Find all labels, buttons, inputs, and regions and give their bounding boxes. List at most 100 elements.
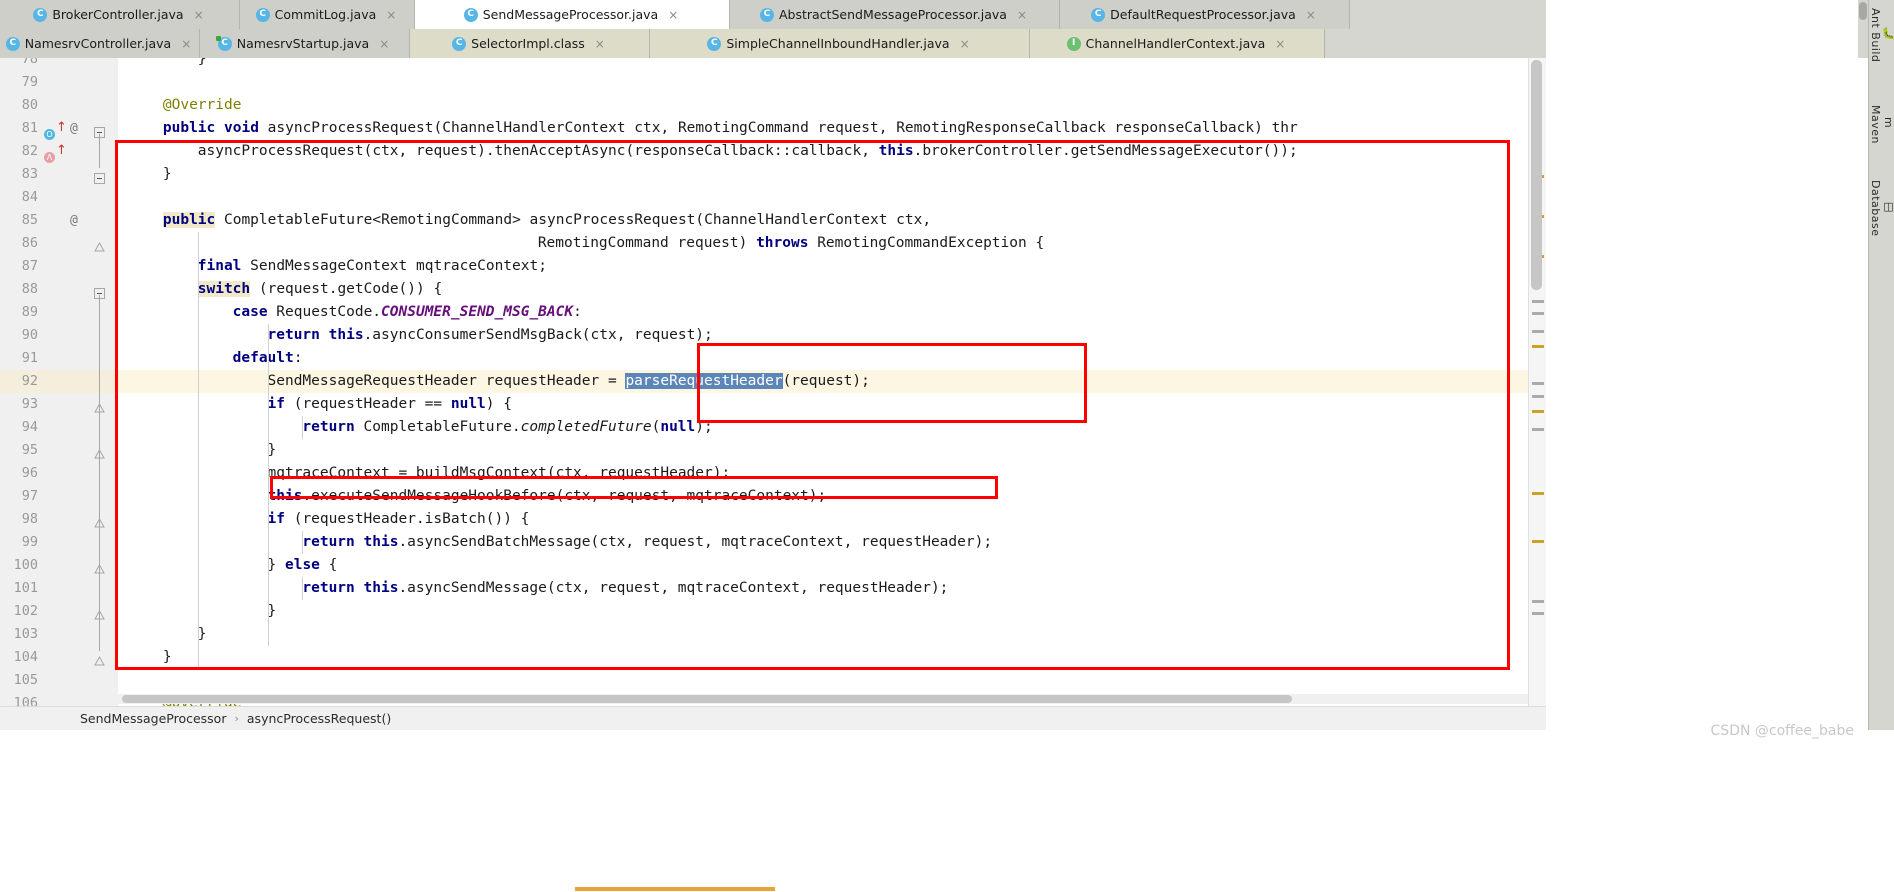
- bug-icon: 🐛: [1882, 26, 1894, 41]
- tool-button-maven[interactable]: m Maven: [1869, 105, 1894, 144]
- close-icon[interactable]: ×: [386, 8, 396, 22]
- code-token: this: [267, 488, 303, 504]
- code-text-area[interactable]: } @Override public void asyncProcessReques…: [118, 58, 1546, 706]
- code-line[interactable]: switch (request.getCode()) {: [197, 278, 442, 301]
- code-token: void: [224, 120, 259, 136]
- indent-guide: [267, 324, 269, 646]
- editor-tab-bar-row-1[interactable]: C BrokerController.java × C CommitLog.java × C…: [0, 0, 1546, 29]
- fold-collapse-icon[interactable]: [94, 123, 105, 138]
- marker-tick[interactable]: [1532, 600, 1544, 603]
- code-line[interactable]: }: [198, 58, 207, 71]
- editor-tab[interactable]: C CommitLog.java ×: [240, 0, 415, 29]
- code-token: if: [267, 396, 285, 412]
- close-icon[interactable]: ×: [379, 37, 389, 51]
- close-icon[interactable]: ×: [1275, 37, 1285, 51]
- line-number: 81: [21, 120, 38, 136]
- gutter-annotation-marker[interactable]: @: [70, 209, 78, 232]
- code-line[interactable]: }: [268, 439, 277, 462]
- code-token: }: [267, 557, 285, 573]
- tab-overflow-scroll-thumb[interactable]: [1859, 2, 1867, 20]
- code-line[interactable]: mqtraceContext = buildMsgContext(ctx, re…: [268, 462, 731, 485]
- fold-bracket-icon[interactable]: [94, 652, 105, 666]
- editor-tab-bar-row-2[interactable]: C NamesrvController.java × C NamesrvStartup.…: [0, 29, 1546, 58]
- code-line[interactable]: public CompletableFuture<RemotingCommand…: [162, 209, 931, 232]
- close-icon[interactable]: ×: [595, 37, 605, 51]
- breadcrumb-item[interactable]: asyncProcessRequest(): [247, 711, 391, 726]
- close-icon[interactable]: ×: [960, 37, 970, 51]
- editor-vertical-scrollbar[interactable]: [1531, 60, 1542, 290]
- code-line[interactable]: this.executeSendMessageHookBefore(ctx, r…: [268, 485, 827, 508]
- marker-tick[interactable]: [1532, 492, 1544, 495]
- fold-collapse-icon[interactable]: [94, 169, 105, 184]
- close-icon[interactable]: ×: [668, 8, 678, 22]
- code-line[interactable]: RemotingCommand request) throws Remoting…: [538, 232, 1044, 255]
- editor-tab[interactable]: C DefaultRequestProcessor.java ×: [1060, 0, 1350, 29]
- line-number: 99: [21, 534, 38, 550]
- marker-tick[interactable]: [1532, 330, 1544, 333]
- marker-tick[interactable]: [1532, 612, 1544, 615]
- code-line[interactable]: return this.asyncSendBatchMessage(ctx, r…: [302, 531, 992, 554]
- editor-tab-label: DefaultRequestProcessor.java: [1110, 7, 1296, 22]
- override-method-marker[interactable]: O ↑: [44, 121, 67, 141]
- code-line[interactable]: return this.asyncConsumerSendMsgBack(ctx…: [268, 324, 713, 347]
- code-line[interactable]: public void asyncProcessRequest(ChannelH…: [163, 117, 1298, 140]
- java-interface-icon: I: [1066, 36, 1081, 51]
- line-number: 94: [21, 419, 38, 435]
- editor-tab[interactable]: I ChannelHandlerContext.java ×: [1030, 29, 1325, 58]
- editor-tab[interactable]: C SelectorImpl.class ×: [410, 29, 650, 58]
- code-line[interactable]: final SendMessageContext mqtraceContext;: [198, 255, 547, 278]
- code-line[interactable]: case RequestCode.CONSUMER_SEND_MSG_BACK:: [233, 301, 582, 324]
- code-line[interactable]: if (requestHeader == null) {: [268, 393, 512, 416]
- editor-tab[interactable]: C NamesrvController.java ×: [0, 29, 200, 58]
- marker-tick[interactable]: [1532, 395, 1544, 398]
- close-icon[interactable]: ×: [181, 37, 191, 51]
- marker-tick[interactable]: [1532, 428, 1544, 431]
- editor-tab[interactable]: C NamesrvStartup.java ×: [200, 29, 410, 58]
- editor-tab-label: SelectorImpl.class: [471, 36, 585, 51]
- editor-tab[interactable]: C SendMessageProcessor.java ×: [415, 0, 730, 29]
- code-line[interactable]: return this.asyncSendMessage(ctx, reques…: [302, 577, 948, 600]
- marker-tick[interactable]: [1532, 312, 1544, 315]
- editor-tab[interactable]: C SimpleChannelInboundHandler.java ×: [650, 29, 1030, 58]
- marker-tick[interactable]: [1532, 410, 1544, 413]
- code-line[interactable]: asyncProcessRequest(ctx, request).thenAc…: [198, 140, 1298, 163]
- tool-button-database[interactable]: ◫ Database: [1869, 180, 1894, 237]
- breadcrumb[interactable]: SendMessageProcessor › asyncProcessRequest…: [0, 706, 1546, 730]
- code-token: this: [363, 580, 399, 596]
- code-line[interactable]: }: [268, 600, 277, 623]
- code-token: null: [660, 419, 696, 435]
- java-class-icon: C: [707, 36, 722, 51]
- implemented-method-marker[interactable]: Λ ↑: [44, 144, 67, 164]
- line-number: 95: [21, 442, 38, 458]
- close-icon[interactable]: ×: [1017, 8, 1027, 22]
- code-editor[interactable]: 78 79 80 81 82 83 84 85 86 87 88 89 90 91 92 93 94 95 96 97…: [0, 58, 1546, 706]
- tool-button-ant-build[interactable]: 🐛 Ant Build: [1869, 8, 1894, 62]
- marker-tick[interactable]: [1532, 345, 1544, 348]
- code-line[interactable]: }: [198, 623, 207, 646]
- close-icon[interactable]: ×: [194, 8, 204, 22]
- code-line[interactable]: if (requestHeader.isBatch()) {: [268, 508, 530, 531]
- editor-tab[interactable]: C BrokerController.java ×: [0, 0, 240, 29]
- fold-collapse-icon[interactable]: [94, 284, 105, 299]
- code-line[interactable]: }: [163, 163, 172, 186]
- code-line[interactable]: return CompletableFuture.completedFuture…: [302, 416, 712, 439]
- code-line[interactable]: } else {: [268, 554, 338, 577]
- marker-tick[interactable]: [1532, 540, 1544, 543]
- code-line[interactable]: SendMessageRequestHeader requestHeader =…: [268, 370, 870, 393]
- editor-tab[interactable]: C AbstractSendMessageProcessor.java ×: [730, 0, 1060, 29]
- gutter-annotation-marker[interactable]: @: [70, 117, 78, 140]
- fold-bracket-icon[interactable]: [94, 238, 105, 252]
- editor-tab-label: ChannelHandlerContext.java: [1085, 36, 1266, 51]
- code-line[interactable]: }: [163, 646, 172, 669]
- marker-tick[interactable]: [1532, 300, 1544, 303]
- line-number: 96: [21, 465, 38, 481]
- close-icon[interactable]: ×: [1306, 8, 1316, 22]
- editor-horizontal-scrollbar-thumb[interactable]: [122, 695, 1292, 703]
- marker-tick[interactable]: [1532, 382, 1544, 385]
- code-token: brokerController: [922, 143, 1063, 159]
- code-line[interactable]: @Override: [163, 94, 242, 117]
- editor-gutter[interactable]: 78 79 80 81 82 83 84 85 86 87 88 89 90 91 92 93 94 95 96 97…: [0, 58, 118, 706]
- editor-tab-label: NamesrvController.java: [24, 36, 172, 51]
- breadcrumb-item[interactable]: SendMessageProcessor: [80, 711, 226, 726]
